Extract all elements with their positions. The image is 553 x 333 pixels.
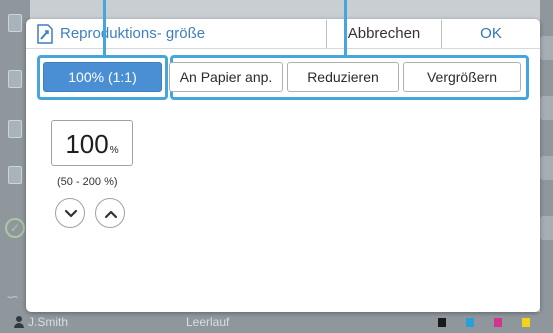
side-tab	[540, 36, 553, 60]
ratio-unit: %	[109, 145, 119, 156]
ink-yellow-icon	[522, 318, 530, 327]
document-icon	[8, 120, 22, 138]
document-icon	[8, 70, 22, 88]
chevron-down-icon	[64, 209, 78, 218]
side-tab	[540, 216, 553, 240]
copy-size-icon	[37, 24, 53, 44]
ink-cyan-icon	[466, 318, 474, 327]
user-name: J.Smith	[28, 315, 69, 329]
machine-status: Leerlauf	[186, 315, 230, 329]
ink-black-icon	[438, 318, 446, 327]
dialog-title: Reproduktions- größe	[60, 25, 206, 42]
ok-button[interactable]: OK	[443, 20, 539, 48]
chevron-up-icon	[104, 210, 118, 219]
callout-leader-line	[344, 0, 347, 58]
preset-reduce-button[interactable]: Reduzieren	[287, 62, 399, 92]
decrease-button[interactable]	[55, 198, 85, 228]
user-icon	[14, 316, 24, 328]
ratio-value-field[interactable]: 100%	[51, 120, 133, 166]
increase-button[interactable]	[95, 198, 125, 228]
preset-enlarge-button[interactable]: Vergrößern	[403, 62, 521, 92]
side-tab	[540, 96, 553, 120]
side-tab	[540, 156, 553, 180]
callout-leader-line	[103, 0, 106, 58]
status-bar: J.Smith Leerlauf	[0, 312, 553, 333]
background-right-panel	[540, 0, 553, 333]
ratio-range: (50 - 200 %)	[57, 176, 118, 188]
document-icon	[8, 14, 22, 32]
ratio-value: 100	[65, 129, 109, 159]
check-icon: ✓	[5, 218, 25, 238]
swirl-icon: ∽	[6, 289, 20, 306]
ink-magenta-icon	[494, 318, 502, 327]
document-icon	[8, 166, 22, 184]
preset-fit-paper-button[interactable]: An Papier anp.	[169, 62, 283, 92]
preset-100-percent-button[interactable]: 100% (1:1)	[43, 62, 162, 92]
